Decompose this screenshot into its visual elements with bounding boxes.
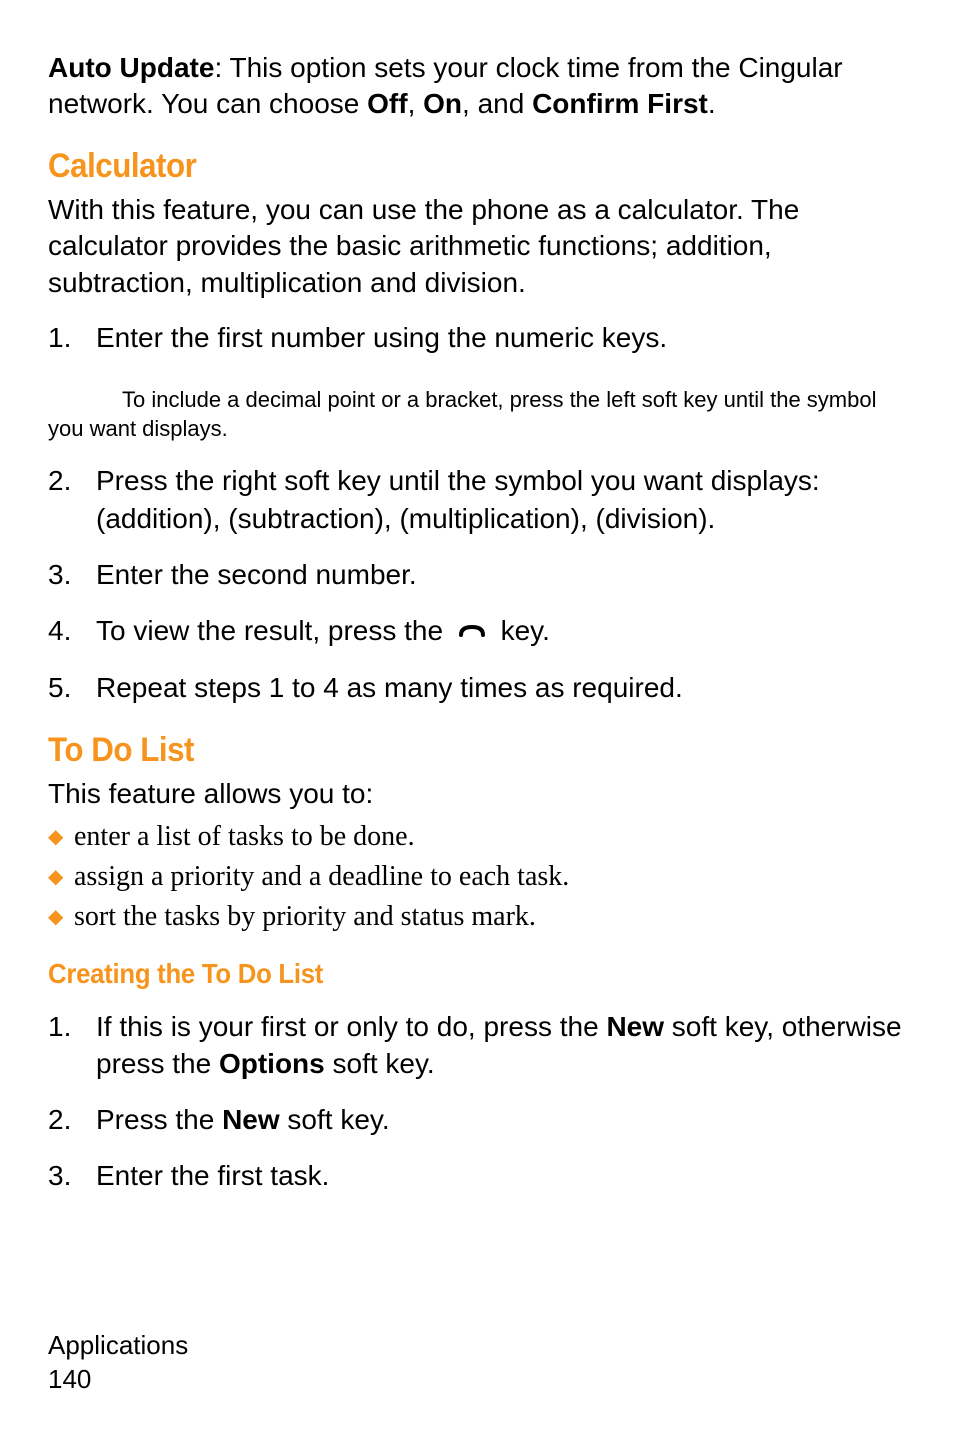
bullet-text: sort the tasks by priority and status ma… — [74, 898, 906, 936]
calculator-intro: With this feature, you can use the phone… — [48, 192, 906, 301]
calc-step-1: 1. Enter the first number using the nume… — [48, 319, 906, 357]
calc-step-4: 4. To view the result, press the key. — [48, 612, 906, 652]
text: , and — [462, 88, 532, 119]
options-label: Options — [219, 1048, 325, 1079]
step-text: Press the right soft key until the symbo… — [96, 462, 906, 538]
calculator-note: To include a decimal point or a bracket,… — [48, 385, 906, 444]
step-text: Enter the first task. — [96, 1157, 906, 1195]
step-number: 4. — [48, 612, 96, 652]
diamond-icon: ◆ — [48, 858, 74, 896]
todo-bullet-2: ◆ assign a priority and a deadline to ea… — [48, 858, 906, 896]
auto-update-paragraph: Auto Update: This option sets your clock… — [48, 50, 906, 123]
step-number: 2. — [48, 1101, 96, 1139]
step-text: Press the New soft key. — [96, 1101, 906, 1139]
bullet-text: enter a list of tasks to be done. — [74, 818, 906, 856]
section-name: Applications — [48, 1329, 188, 1363]
step-number: 1. — [48, 1008, 96, 1084]
note-text: To include a decimal point or a bracket,… — [48, 387, 877, 442]
todo-intro: This feature allows you to: — [48, 776, 906, 812]
calculator-heading: Calculator — [48, 147, 837, 186]
phone-key-icon — [457, 613, 487, 651]
step-text: Enter the second number. — [96, 556, 906, 594]
todo-step-3: 3. Enter the first task. — [48, 1157, 906, 1195]
text: , — [408, 88, 424, 119]
step-number: 3. — [48, 1157, 96, 1195]
page-number: 140 — [48, 1363, 188, 1397]
creating-todo-heading: Creating the To Do List — [48, 958, 837, 990]
bullet-text: assign a priority and a deadline to each… — [74, 858, 906, 896]
off-label: Off — [367, 88, 407, 119]
page-footer: Applications 140 — [48, 1329, 188, 1397]
step-text: If this is your first or only to do, pre… — [96, 1008, 906, 1084]
todo-bullet-1: ◆ enter a list of tasks to be done. — [48, 818, 906, 856]
diamond-icon: ◆ — [48, 818, 74, 856]
step-number: 5. — [48, 669, 96, 707]
step-text: Enter the first number using the numeric… — [96, 319, 906, 357]
text: If this is your first or only to do, pre… — [96, 1011, 606, 1042]
text: . — [708, 88, 716, 119]
step-number: 3. — [48, 556, 96, 594]
text: soft key. — [280, 1104, 390, 1135]
todo-step-1: 1. If this is your first or only to do, … — [48, 1008, 906, 1084]
todo-heading: To Do List — [48, 731, 837, 770]
todo-bullet-3: ◆ sort the tasks by priority and status … — [48, 898, 906, 936]
text: Press the — [96, 1104, 222, 1135]
calc-step-5: 5. Repeat steps 1 to 4 as many times as … — [48, 669, 906, 707]
diamond-icon: ◆ — [48, 898, 74, 936]
step-text: To view the result, press the key. — [96, 612, 906, 652]
step-text: Repeat steps 1 to 4 as many times as req… — [96, 669, 906, 707]
step-number: 1. — [48, 319, 96, 357]
calc-step-3: 3. Enter the second number. — [48, 556, 906, 594]
step-number: 2. — [48, 462, 96, 538]
text: To view the result, press the — [96, 615, 451, 646]
calc-step-2: 2. Press the right soft key until the sy… — [48, 462, 906, 538]
text: soft key. — [325, 1048, 435, 1079]
confirm-first-label: Confirm First — [532, 88, 708, 119]
on-label: On — [423, 88, 462, 119]
todo-step-2: 2. Press the New soft key. — [48, 1101, 906, 1139]
new-label: New — [606, 1011, 664, 1042]
auto-update-label: Auto Update — [48, 52, 214, 83]
new-label: New — [222, 1104, 280, 1135]
text: key. — [501, 615, 550, 646]
